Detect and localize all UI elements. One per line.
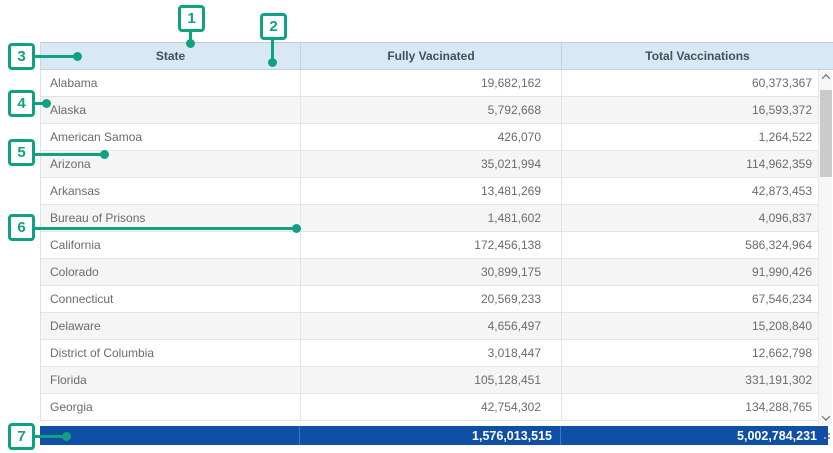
total-vaccinations-cell: 331,191,302 <box>561 367 818 393</box>
callout-7-dot <box>62 432 71 441</box>
totals-total-vaccinations: 5,002,784,231 <box>560 426 828 445</box>
table-row[interactable]: California 172,456,138 586,324,964 <box>41 232 818 259</box>
state-cell: Alabama <box>41 70 300 96</box>
chevron-up-icon <box>822 74 830 82</box>
total-vaccinations-cell: 134,288,765 <box>561 394 818 420</box>
state-cell: Georgia <box>41 394 300 420</box>
callout-2: 2 <box>260 13 287 40</box>
total-vaccinations-cell: 15,208,840 <box>561 313 818 339</box>
totals-fully-vacinated: 1,576,013,515 <box>299 426 560 445</box>
totals-state-cell <box>40 426 299 445</box>
annotated-table-screenshot: State Fully Vacinated Total Vaccinations… <box>0 0 833 453</box>
callout-6-connector <box>33 227 297 230</box>
table-row[interactable]: American Samoa 426,070 1,264,522 <box>41 124 818 151</box>
total-vaccinations-cell: 586,324,964 <box>561 232 818 258</box>
callout-7: 7 <box>8 423 35 450</box>
total-vaccinations-cell: 67,546,234 <box>561 286 818 312</box>
table-row[interactable]: Arkansas 13,481,269 42,873,453 <box>41 178 818 205</box>
total-vaccinations-cell: 60,373,367 <box>561 70 818 96</box>
state-cell: Colorado <box>41 259 300 285</box>
table-header-row: State Fully Vacinated Total Vaccinations <box>40 42 833 70</box>
totals-row: 1,576,013,515 5,002,784,231 <box>40 426 828 445</box>
state-cell: Connecticut <box>41 286 300 312</box>
table-body: Alabama 19,682,162 60,373,367 Alaska 5,7… <box>40 70 818 421</box>
total-vaccinations-cell: 42,873,453 <box>561 178 818 204</box>
fully-vacinated-cell: 42,754,302 <box>300 394 561 420</box>
fully-vacinated-cell: 172,456,138 <box>300 232 561 258</box>
callout-6-dot <box>292 224 301 233</box>
total-vaccinations-cell: 1,264,522 <box>561 124 818 150</box>
vaccinations-table: State Fully Vacinated Total Vaccinations… <box>40 42 833 421</box>
fully-vacinated-cell: 13,481,269 <box>300 178 561 204</box>
callout-6: 6 <box>8 214 35 241</box>
fully-vacinated-cell: 30,899,175 <box>300 259 561 285</box>
callout-1: 1 <box>178 5 205 32</box>
fully-vacinated-cell: 426,070 <box>300 124 561 150</box>
table-row[interactable]: Alaska 5,792,668 16,593,372 <box>41 97 818 124</box>
state-cell: Florida <box>41 367 300 393</box>
table-row[interactable]: Colorado 30,899,175 91,990,426 <box>41 259 818 286</box>
callout-2-connector <box>271 37 274 60</box>
total-vaccinations-cell: 16,593,372 <box>561 97 818 123</box>
total-vaccinations-cell: 114,962,359 <box>561 151 818 177</box>
fully-vacinated-cell: 20,569,233 <box>300 286 561 312</box>
state-cell: California <box>41 232 300 258</box>
callout-3: 3 <box>8 43 35 70</box>
vertical-scrollbar[interactable] <box>818 70 832 425</box>
state-cell: District of Columbia <box>41 340 300 366</box>
scroll-up-button[interactable] <box>819 70 833 84</box>
state-cell: Delaware <box>41 313 300 339</box>
table-row[interactable]: Connecticut 20,569,233 67,546,234 <box>41 286 818 313</box>
callout-1-dot <box>186 39 195 48</box>
state-cell: Arkansas <box>41 178 300 204</box>
scroll-down-button[interactable] <box>819 411 833 425</box>
table-row[interactable]: Alabama 19,682,162 60,373,367 <box>41 70 818 97</box>
total-vaccinations-cell: 91,990,426 <box>561 259 818 285</box>
fully-vacinated-cell: 3,018,447 <box>300 340 561 366</box>
total-vaccinations-cell: 12,662,798 <box>561 340 818 366</box>
resize-grip-icon <box>824 437 826 439</box>
callout-5-connector <box>33 153 105 156</box>
column-header-total-vaccinations[interactable]: Total Vaccinations <box>561 43 833 69</box>
table-row[interactable]: Georgia 42,754,302 134,288,765 <box>41 394 818 421</box>
callout-4-dot <box>42 99 51 108</box>
callout-4: 4 <box>8 90 35 117</box>
total-vaccinations-cell: 4,096,837 <box>561 205 818 231</box>
fully-vacinated-cell: 4,656,497 <box>300 313 561 339</box>
fully-vacinated-cell: 19,682,162 <box>300 70 561 96</box>
fully-vacinated-cell: 35,021,994 <box>300 151 561 177</box>
callout-5: 5 <box>8 139 35 166</box>
table-row[interactable]: District of Columbia 3,018,447 12,662,79… <box>41 340 818 367</box>
callout-2-dot <box>268 58 277 67</box>
scrollbar-thumb[interactable] <box>820 90 832 177</box>
fully-vacinated-cell: 5,792,668 <box>300 97 561 123</box>
state-cell: American Samoa <box>41 124 300 150</box>
table-row[interactable]: Florida 105,128,451 331,191,302 <box>41 367 818 394</box>
callout-3-connector <box>33 55 77 58</box>
column-header-fully-vacinated[interactable]: Fully Vacinated <box>300 43 561 69</box>
callout-3-dot <box>73 52 82 61</box>
fully-vacinated-cell: 105,128,451 <box>300 367 561 393</box>
callout-5-dot <box>100 150 109 159</box>
table-row[interactable]: Delaware 4,656,497 15,208,840 <box>41 313 818 340</box>
table-row[interactable]: Arizona 35,021,994 114,962,359 <box>41 151 818 178</box>
state-cell: Alaska <box>41 97 300 123</box>
chevron-down-icon <box>822 412 830 420</box>
fully-vacinated-cell: 1,481,602 <box>300 205 561 231</box>
